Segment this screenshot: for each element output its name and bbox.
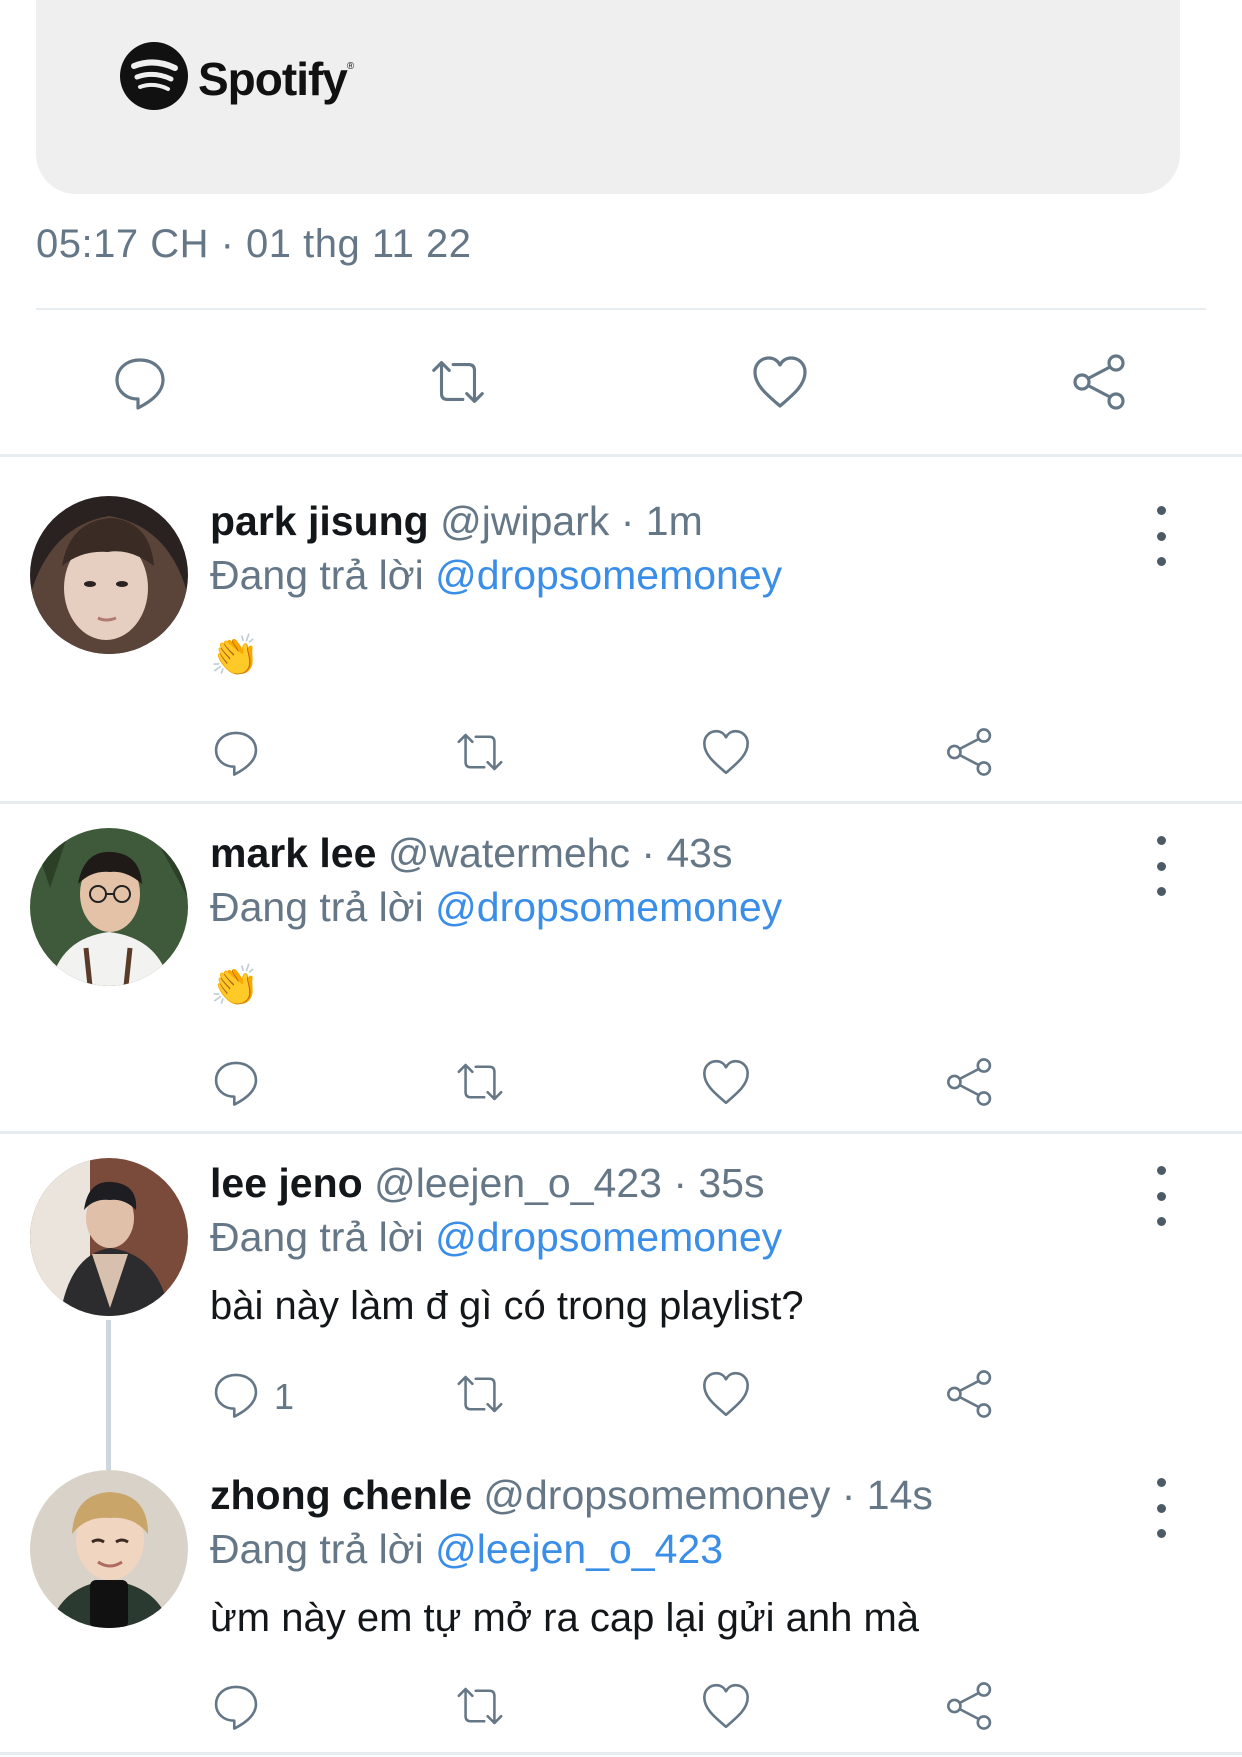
retweet-icon [457, 733, 503, 771]
retweet-button[interactable] [426, 350, 490, 414]
share-button[interactable] [944, 726, 996, 778]
divider [36, 308, 1206, 310]
more-options-icon[interactable] [1146, 1478, 1176, 1538]
avatar[interactable] [30, 828, 188, 986]
share-icon [947, 728, 992, 776]
avatar[interactable] [30, 1470, 188, 1628]
replying-to-label: Đang trả lời [210, 1214, 424, 1260]
reply-button[interactable] [108, 350, 172, 414]
mention-link[interactable]: @dropsomemoney [435, 1214, 782, 1260]
comment-icon [214, 731, 258, 776]
heart-icon [703, 1059, 749, 1105]
display-name[interactable]: park jisung [210, 498, 429, 544]
reply-header: lee jeno @leejen_o_423 · 35s [210, 1160, 764, 1207]
share-button[interactable] [944, 1056, 996, 1108]
handle-time: @jwipark · 1m [440, 498, 703, 544]
tweet-text: 👏 [210, 634, 260, 678]
spotify-icon [120, 42, 188, 110]
reply-divider [0, 1131, 1242, 1134]
spotify-wordmark: Spotify® [198, 53, 354, 105]
like-button[interactable] [700, 726, 752, 778]
tweet-text: bài này làm đ gì có trong playlist? [210, 1284, 804, 1328]
reply-header: park jisung @jwipark · 1m [210, 498, 703, 545]
mention-link[interactable]: @dropsomemoney [435, 552, 782, 598]
reply-divider [0, 801, 1242, 804]
handle-time: @watermehc · 43s [387, 830, 733, 876]
avatar[interactable] [30, 1158, 188, 1316]
heart-icon [753, 356, 807, 408]
retweet-button[interactable] [452, 1680, 504, 1732]
like-button[interactable] [700, 1680, 752, 1732]
replying-to: Đang trả lời @dropsomemoney [210, 884, 782, 931]
share-icon [947, 1058, 992, 1106]
handle-time: @leejen_o_423 · 35s [374, 1160, 765, 1206]
reply-divider [0, 1752, 1242, 1755]
display-name[interactable]: zhong chenle [210, 1472, 472, 1518]
retweet-icon [432, 361, 484, 403]
retweet-button[interactable] [452, 1056, 504, 1108]
reply-count: 1 [274, 1376, 295, 1417]
retweet-icon [457, 1687, 503, 1725]
heart-icon [703, 1683, 749, 1729]
comment-icon [214, 1061, 258, 1106]
replying-to: Đang trả lời @dropsomemoney [210, 1214, 782, 1261]
comment-icon [115, 358, 165, 410]
reply-button[interactable] [210, 1056, 262, 1108]
tweet-text: ừm này em tự mở ra cap lại gửi anh mà [210, 1596, 920, 1640]
avatar-photo [30, 1470, 188, 1628]
more-options-icon[interactable] [1146, 836, 1176, 896]
replying-to: Đang trả lời @dropsomemoney [210, 552, 782, 599]
like-button[interactable] [748, 350, 812, 414]
reply-button[interactable] [210, 726, 262, 778]
display-name[interactable]: mark lee [210, 830, 376, 876]
avatar[interactable] [30, 496, 188, 654]
tweet-text: 👏 [210, 964, 260, 1008]
share-button[interactable] [944, 1368, 996, 1420]
mention-link[interactable]: @dropsomemoney [435, 884, 782, 930]
share-icon [947, 1370, 992, 1418]
avatar-photo [30, 1158, 188, 1316]
avatar-photo [30, 828, 188, 986]
replying-to-label: Đang trả lời [210, 552, 424, 598]
display-name[interactable]: lee jeno [210, 1160, 363, 1206]
reply-header: mark lee @watermehc · 43s [210, 830, 733, 877]
comment-icon [214, 1373, 258, 1418]
replying-to: Đang trả lời @leejen_o_423 [210, 1526, 723, 1573]
mention-link[interactable]: @leejen_o_423 [435, 1526, 723, 1572]
share-icon [1073, 354, 1125, 410]
like-button[interactable] [700, 1056, 752, 1108]
heart-icon [703, 729, 749, 775]
reply-button[interactable] [210, 1368, 262, 1420]
replying-to-label: Đang trả lời [210, 884, 424, 930]
reply-button[interactable] [210, 1680, 262, 1732]
retweet-icon [457, 1375, 503, 1413]
share-button[interactable] [944, 1680, 996, 1732]
heart-icon [703, 1371, 749, 1417]
share-button[interactable] [1068, 350, 1132, 414]
retweet-button[interactable] [452, 726, 504, 778]
comment-icon [214, 1685, 258, 1730]
section-divider [0, 454, 1242, 457]
retweet-icon [457, 1063, 503, 1101]
more-options-icon[interactable] [1146, 1166, 1176, 1226]
tweet-timestamp: 05:17 CH · 01 thg 11 22 [36, 222, 472, 266]
retweet-button[interactable] [452, 1368, 504, 1420]
avatar-photo [30, 496, 188, 654]
thread-connector [106, 1320, 111, 1470]
handle-time: @dropsomemoney · 14s [483, 1472, 933, 1518]
replying-to-label: Đang trả lời [210, 1526, 424, 1572]
like-button[interactable] [700, 1368, 752, 1420]
more-options-icon[interactable] [1146, 506, 1176, 566]
reply-header: zhong chenle @dropsomemoney · 14s [210, 1472, 933, 1519]
share-icon [947, 1682, 992, 1730]
